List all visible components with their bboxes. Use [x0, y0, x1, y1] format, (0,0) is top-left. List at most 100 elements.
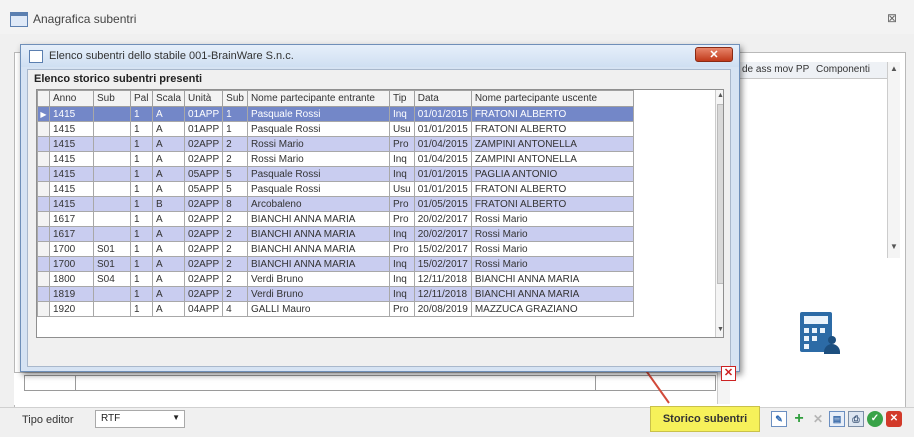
cell-scala[interactable]: A — [151, 181, 186, 197]
save-icon[interactable]: ▤ — [829, 411, 845, 427]
cell-uscente[interactable]: Rossi Mario — [470, 256, 634, 272]
table-row[interactable]: 1415 1 A 02APP 2 Rossi Mario Inq 01/04/2015 ZAMP… — [37, 151, 634, 167]
cell-sub-unita[interactable]: 2 — [222, 286, 248, 302]
cell-pal[interactable]: 1 — [130, 106, 153, 122]
cell-data[interactable]: 01/05/2015 — [413, 196, 472, 212]
cell-entrante[interactable]: BIANCHI ANNA MARIA — [246, 241, 390, 257]
column-header[interactable]: Pal — [130, 90, 153, 107]
cell-anno[interactable]: 1415 — [49, 121, 94, 137]
cell-data[interactable]: 01/04/2015 — [413, 136, 472, 152]
cell-anno[interactable]: 1415 — [49, 196, 94, 212]
cell-uscente[interactable]: ZAMPINI ANTONELLA — [470, 136, 634, 152]
cell-pal[interactable]: 1 — [130, 286, 153, 302]
cell-entrante[interactable]: Verdi Bruno — [246, 286, 390, 302]
cell-unita[interactable]: 01APP — [184, 121, 224, 137]
cell-pal[interactable]: 1 — [130, 211, 153, 227]
cell-scala[interactable]: A — [151, 241, 186, 257]
cell-data[interactable]: 15/02/2017 — [413, 256, 472, 272]
cell-sub-unita[interactable]: 5 — [222, 181, 248, 197]
background-lower-row[interactable] — [24, 375, 716, 391]
cell-uscente[interactable]: FRATONI ALBERTO — [470, 196, 634, 212]
table-row[interactable]: 1700 S01 1 A 02APP 2 BIANCHI ANNA MARIA Inq 15/0… — [37, 256, 634, 272]
cell-uscente[interactable]: ZAMPINI ANTONELLA — [470, 151, 634, 167]
cell-anno[interactable]: 1415 — [49, 166, 94, 182]
cell-tipo[interactable]: Inq — [388, 256, 415, 272]
cell-scala[interactable]: A — [151, 286, 186, 302]
cell-data[interactable]: 20/02/2017 — [413, 211, 472, 227]
table-row[interactable]: 1800 S04 1 A 02APP 2 Verdi Bruno Inq 12/11/2018 B… — [37, 271, 634, 287]
cell-sub[interactable] — [93, 301, 131, 317]
column-header[interactable]: Nome partecipante entrante — [246, 90, 390, 107]
cell-sub[interactable] — [93, 211, 131, 227]
cell-pal[interactable]: 1 — [130, 241, 153, 257]
column-header[interactable]: Tip — [388, 90, 415, 107]
cell-pal[interactable]: 1 — [130, 271, 153, 287]
cell-scala[interactable]: A — [151, 136, 186, 152]
dialog-close-button[interactable]: ✕ — [695, 47, 733, 62]
table-row[interactable]: 1415 1 B 02APP 8 Arcobaleno Pro 01/05/2015 FRATO… — [37, 196, 634, 212]
cell-sub[interactable]: S04 — [93, 271, 131, 287]
cell-tipo[interactable]: Usu — [388, 181, 415, 197]
cell-sub[interactable] — [93, 226, 131, 242]
cell-anno[interactable]: 1617 — [49, 211, 94, 227]
cell-unita[interactable]: 02APP — [184, 271, 224, 287]
cell-uscente[interactable]: MAZZUCA GRAZIANO — [470, 301, 634, 317]
cell-sub-unita[interactable]: 2 — [222, 271, 248, 287]
cell-sub-unita[interactable]: 4 — [222, 301, 248, 317]
cell-unita[interactable]: 02APP — [184, 151, 224, 167]
cell-uscente[interactable]: PAGLIA ANTONIO — [470, 166, 634, 182]
cell-sub[interactable] — [93, 196, 131, 212]
cell-uscente[interactable]: FRATONI ALBERTO — [470, 106, 634, 122]
tipo-editor-select[interactable]: RTF ▼ — [95, 410, 185, 428]
cell-anno[interactable]: 1415 — [49, 151, 94, 167]
cell-unita[interactable]: 02APP — [184, 256, 224, 272]
cell-sub-unita[interactable]: 2 — [222, 226, 248, 242]
cell-data[interactable]: 12/11/2018 — [413, 286, 472, 302]
cell-scala[interactable]: B — [151, 196, 186, 212]
cell-anno[interactable]: 1700 — [49, 256, 94, 272]
cell-anno[interactable]: 1415 — [49, 136, 94, 152]
cell-pal[interactable]: 1 — [130, 136, 153, 152]
column-header[interactable]: Unità — [184, 90, 224, 107]
cell-sub[interactable]: S01 — [93, 256, 131, 272]
cell-pal[interactable]: 1 — [130, 121, 153, 137]
cell-sub[interactable] — [93, 166, 131, 182]
cell-sub[interactable] — [93, 286, 131, 302]
cell-entrante[interactable]: Verdi Bruno — [246, 271, 390, 287]
print-icon[interactable]: ⎙ — [848, 411, 864, 427]
table-row[interactable]: 1920 1 A 04APP 4 GALLI Mauro Pro 20/08/2019 MAZZ… — [37, 301, 634, 317]
cell-unita[interactable]: 02APP — [184, 286, 224, 302]
cell-tipo[interactable]: Inq — [388, 226, 415, 242]
cell-scala[interactable]: A — [151, 166, 186, 182]
table-row[interactable]: 1700 S01 1 A 02APP 2 BIANCHI ANNA MARIA Pro 15/0… — [37, 241, 634, 257]
cell-tipo[interactable]: Inq — [388, 286, 415, 302]
cell-anno[interactable]: 1617 — [49, 226, 94, 242]
cell-unita[interactable]: 02APP — [184, 226, 224, 242]
scrollbar-thumb[interactable] — [717, 104, 723, 284]
cell-unita[interactable]: 02APP — [184, 196, 224, 212]
cell-unita[interactable]: 02APP — [184, 136, 224, 152]
cell-entrante[interactable]: GALLI Mauro — [246, 301, 390, 317]
cell-tipo[interactable]: Pro — [388, 241, 415, 257]
cell-tipo[interactable]: Pro — [388, 136, 415, 152]
cell-sub[interactable] — [93, 151, 131, 167]
cell-unita[interactable]: 02APP — [184, 241, 224, 257]
cell-sub-unita[interactable]: 2 — [222, 151, 248, 167]
bg-column-header[interactable]: de ass mov PP — [742, 64, 809, 75]
cell-scala[interactable]: A — [151, 121, 186, 137]
table-row[interactable]: 1415 1 A 01APP 1 Pasquale Rossi Usu 01/01/2015 F… — [37, 121, 634, 137]
cell-sub[interactable] — [93, 106, 131, 122]
column-header[interactable]: Nome partecipante uscente — [470, 90, 634, 107]
scroll-down-icon[interactable]: ▼ — [717, 326, 723, 333]
cell-pal[interactable]: 1 — [130, 166, 153, 182]
cell-anno[interactable]: 1819 — [49, 286, 94, 302]
cell-data[interactable]: 20/02/2017 — [413, 226, 472, 242]
column-header[interactable]: Data — [413, 90, 472, 107]
cell-sub-unita[interactable]: 1 — [222, 106, 248, 122]
cancel-icon[interactable]: ✕ — [886, 411, 902, 427]
cell-uscente[interactable]: FRATONI ALBERTO — [470, 181, 634, 197]
cell-sub[interactable]: S01 — [93, 241, 131, 257]
cell-unita[interactable]: 05APP — [184, 166, 224, 182]
table-row[interactable]: 1415 1 A 05APP 5 Pasquale Rossi Inq 01/01/2015 P… — [37, 166, 634, 182]
cell-sub[interactable] — [93, 181, 131, 197]
